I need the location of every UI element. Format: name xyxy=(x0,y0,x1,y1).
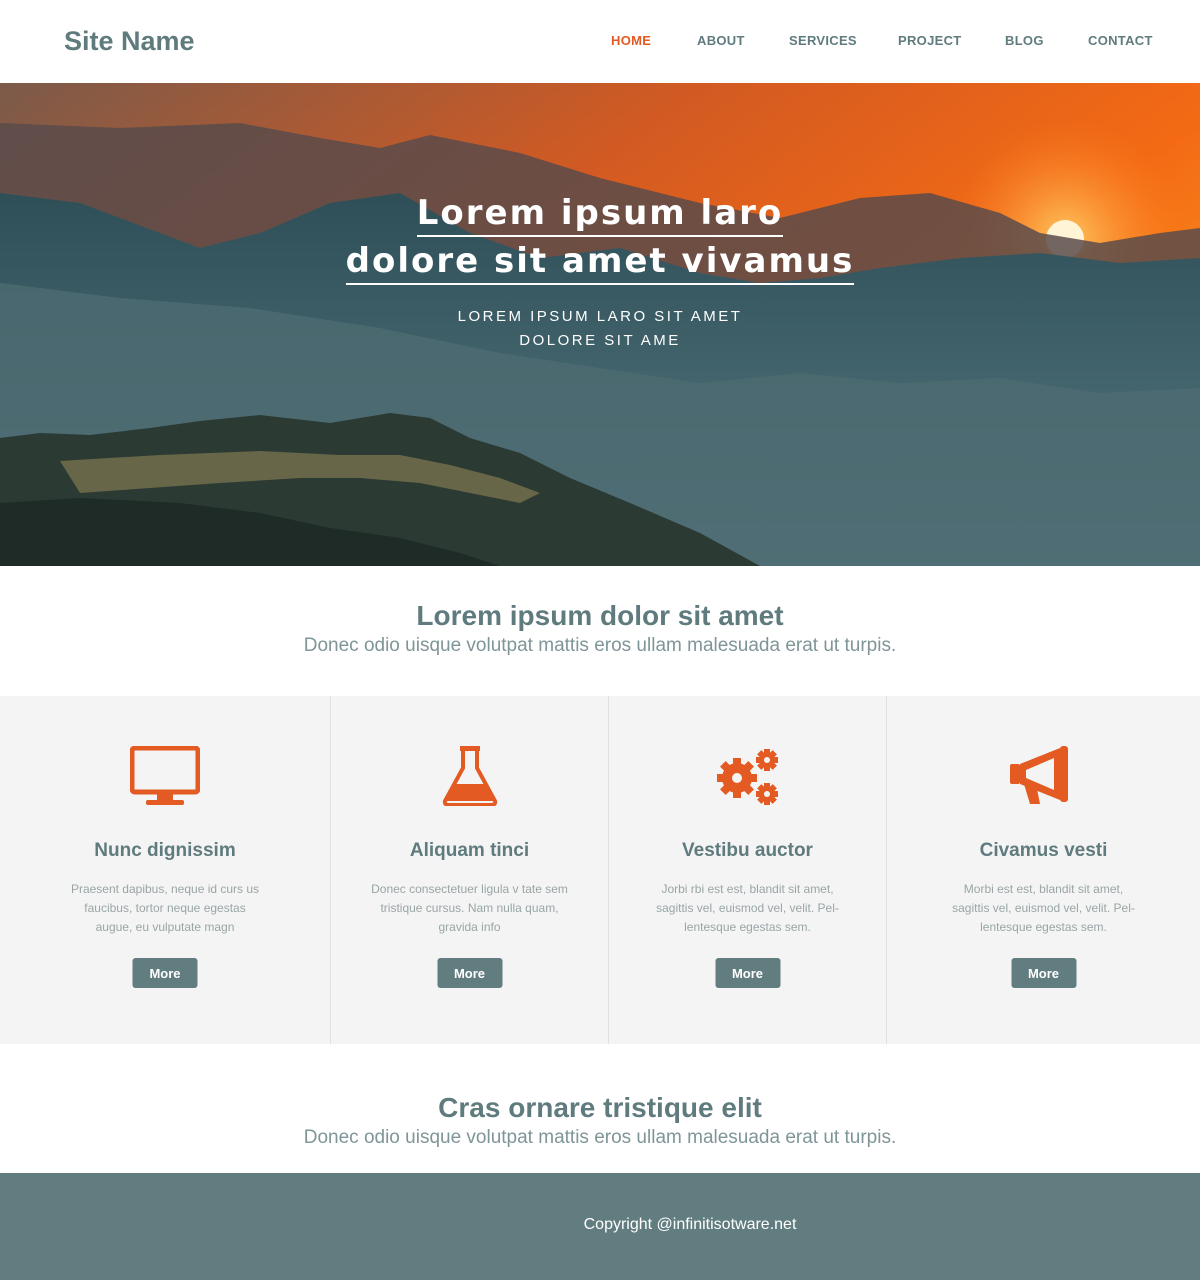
site-footer: Copyright @infinitisotware.net xyxy=(0,1173,1200,1280)
feature-title: Aliquam tinci xyxy=(409,840,530,861)
nav-services[interactable]: SERVICES xyxy=(789,33,857,48)
hero-subtitle-line2: DOLORE SIT AME xyxy=(519,332,681,349)
more-button[interactable]: More xyxy=(715,958,780,988)
feature-text: Donec consectetuer ligula v tate sem tri… xyxy=(371,882,568,934)
site-header: Site Name HOME ABOUT SERVICES PROJECT BL… xyxy=(0,0,1200,83)
more-button[interactable]: More xyxy=(132,958,198,988)
feature-card: Aliquam tinci Donec consectetuer ligula … xyxy=(330,696,608,1044)
feature-card: Vestibu auctor Jorbi rbi est est, blandi… xyxy=(608,696,886,1044)
nav-contact[interactable]: CONTACT xyxy=(1088,33,1153,48)
second-title: Cras ornare tristique elit xyxy=(438,1092,762,1123)
main-nav: HOME ABOUT SERVICES PROJECT BLOG CONTACT xyxy=(0,33,1200,53)
more-button[interactable]: More xyxy=(437,958,502,988)
flask-icon xyxy=(331,746,608,816)
feature-text: Jorbi rbi est est, blandit sit amet, sag… xyxy=(656,882,839,934)
second-text: Donec odio uisque volutpat mattis eros u… xyxy=(303,1127,897,1148)
hero-banner: Lorem ipsum laro dolore sit amet vivamus… xyxy=(0,83,1200,566)
feature-card: Nunc dignissim Praesent dapibus, neque i… xyxy=(0,696,330,1044)
nav-project[interactable]: PROJECT xyxy=(898,33,962,48)
gears-icon xyxy=(609,746,886,816)
hero-title-line1: Lorem ipsum laro xyxy=(416,193,784,237)
more-button[interactable]: More xyxy=(1011,958,1076,988)
intro-text: Donec odio uisque volutpat mattis eros u… xyxy=(303,635,897,656)
intro-title: Lorem ipsum dolor sit amet xyxy=(416,600,784,631)
monitor-icon xyxy=(0,746,330,816)
feature-title: Vestibu auctor xyxy=(682,840,813,861)
second-section: Cras ornare tristique elit Donec odio ui… xyxy=(0,1091,1200,1151)
nav-about[interactable]: ABOUT xyxy=(697,33,745,48)
feature-text: Morbi est est, blandit sit amet, sagitti… xyxy=(952,882,1135,934)
feature-title: Nunc dignissim xyxy=(94,840,236,861)
features-section: Nunc dignissim Praesent dapibus, neque i… xyxy=(0,696,1200,1044)
megaphone-icon xyxy=(887,746,1200,816)
feature-card: Civamus vesti Morbi est est, blandit sit… xyxy=(886,696,1200,1044)
hero-subtitle-line1: LOREM IPSUM LARO SIT AMET xyxy=(457,308,743,325)
nav-home[interactable]: HOME xyxy=(611,33,651,48)
nav-blog[interactable]: BLOG xyxy=(1005,33,1044,48)
hero-title-line2: dolore sit amet vivamus xyxy=(345,241,855,285)
copyright-text: Copyright @infinitisotware.net xyxy=(583,1216,797,1233)
feature-title: Civamus vesti xyxy=(979,840,1108,861)
feature-text: Praesent dapibus, neque id curs us fauci… xyxy=(70,882,260,934)
intro-section: Lorem ipsum dolor sit amet Donec odio ui… xyxy=(0,599,1200,659)
